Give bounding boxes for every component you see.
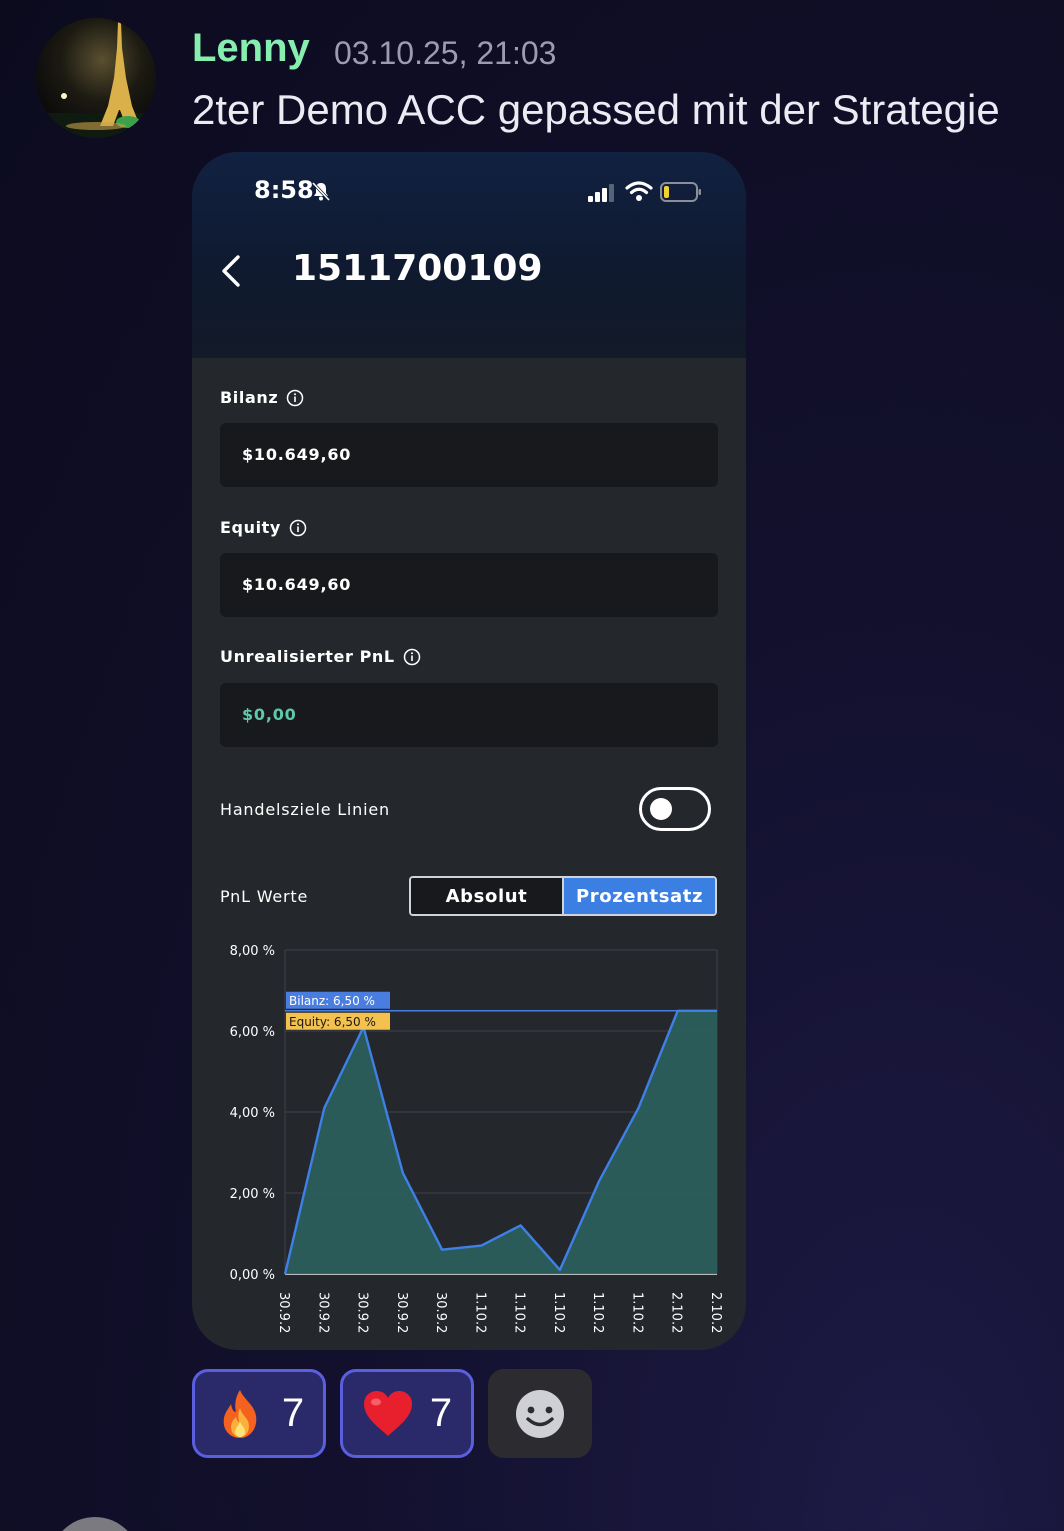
x-tick-label: 1.10.2 — [551, 1292, 566, 1333]
annotation-badge: Bilanz: 6,50 % — [286, 991, 390, 1009]
pnl-field: $0,00 — [220, 683, 718, 747]
pnl-chart[interactable]: 8,00 % 6,00 % 4,00 % 2,00 % 0,00 % Bilanz: 6,… — [192, 932, 746, 1350]
segment-prozentsatz[interactable]: Prozentsatz — [564, 878, 715, 914]
equity-field: $10.649,60 — [220, 553, 718, 617]
reaction-heart[interactable]: 7 — [340, 1369, 474, 1458]
signal-icon — [588, 184, 614, 202]
y-tick-label: 6,00 % — [230, 1025, 275, 1040]
eiffel-tower-image — [36, 22, 156, 138]
phone-screenshot[interactable]: 8:58 1511700109 Bilanz $10.649,60 Equity… — [192, 152, 746, 1350]
reaction-fire[interactable]: 7 — [192, 1369, 326, 1458]
pnl-value: $0,00 — [242, 705, 297, 724]
wifi-icon — [625, 181, 653, 201]
next-user-avatar[interactable] — [50, 1517, 140, 1531]
bilanz-field: $10.649,60 — [220, 423, 718, 487]
pnl-label: Unrealisierter PnL — [220, 647, 421, 666]
status-time: 8:58 — [254, 176, 314, 204]
x-tick-label: 1.10.2 — [629, 1292, 644, 1333]
message-timestamp: 03.10.25, 21:03 — [334, 35, 557, 71]
x-tick-label: 1.10.2 — [590, 1292, 605, 1333]
bilanz-value: $10.649,60 — [242, 445, 352, 464]
x-tick-label: 30.9.2 — [394, 1292, 409, 1333]
x-tick-label: 30.9.2 — [433, 1292, 448, 1333]
handelsziele-toggle[interactable] — [639, 787, 711, 831]
username[interactable]: Lenny — [192, 26, 310, 71]
y-tick-label: 4,00 % — [230, 1106, 275, 1121]
annotation-badge: Equity: 6,50 % — [286, 1012, 390, 1030]
handelsziele-label: Handelsziele Linien — [220, 800, 390, 819]
battery-icon — [660, 182, 701, 202]
fire-emoji-icon — [223, 1389, 257, 1438]
toggle-knob — [650, 798, 672, 820]
x-tick-label: 30.9.2 — [315, 1292, 330, 1333]
add-reaction-button[interactable] — [488, 1369, 592, 1458]
reaction-count: 7 — [281, 1391, 305, 1435]
info-icon[interactable] — [403, 648, 421, 666]
info-icon[interactable] — [286, 389, 304, 407]
equity-label: Equity — [220, 518, 307, 537]
annotation-text: Bilanz: 6,50 % — [289, 994, 375, 1008]
pnl-label-text: Unrealisierter PnL — [220, 647, 395, 666]
equity-value: $10.649,60 — [242, 575, 352, 594]
phone-header: 8:58 1511700109 — [192, 152, 746, 358]
reactions-bar: 7 7 — [192, 1369, 592, 1458]
bilanz-label: Bilanz — [220, 388, 304, 407]
x-tick-label: 2.10.2 — [708, 1292, 723, 1333]
x-tick-label: 1.10.2 — [512, 1292, 527, 1333]
user-avatar[interactable] — [36, 18, 156, 138]
message-text: 2ter Demo ACC gepassed mit der Strategie — [192, 86, 1000, 133]
equity-label-text: Equity — [220, 518, 281, 537]
pnl-mode-segmented-control[interactable]: Absolut Prozentsatz — [409, 876, 717, 916]
y-tick-label: 8,00 % — [230, 944, 275, 959]
x-tick-label: 30.9.2 — [276, 1292, 291, 1333]
bell-muted-icon — [311, 181, 331, 202]
x-tick-label: 2.10.2 — [669, 1292, 684, 1333]
pnl-werte-label: PnL Werte — [220, 887, 309, 906]
y-tick-label: 0,00 % — [230, 1268, 275, 1283]
reaction-count: 7 — [429, 1391, 453, 1435]
y-tick-label: 2,00 % — [230, 1187, 275, 1202]
annotation-text: Equity: 6,50 % — [289, 1015, 376, 1029]
segment-absolut[interactable]: Absolut — [411, 878, 564, 914]
heart-emoji-icon — [363, 1390, 412, 1436]
x-tick-label: 30.9.2 — [355, 1292, 370, 1333]
x-tick-label: 1.10.2 — [472, 1292, 487, 1333]
account-title: 1511700109 — [292, 248, 543, 289]
bilanz-label-text: Bilanz — [220, 388, 279, 407]
info-icon[interactable] — [289, 519, 307, 537]
back-chevron-icon[interactable] — [218, 252, 244, 290]
smiley-add-icon — [516, 1389, 564, 1438]
